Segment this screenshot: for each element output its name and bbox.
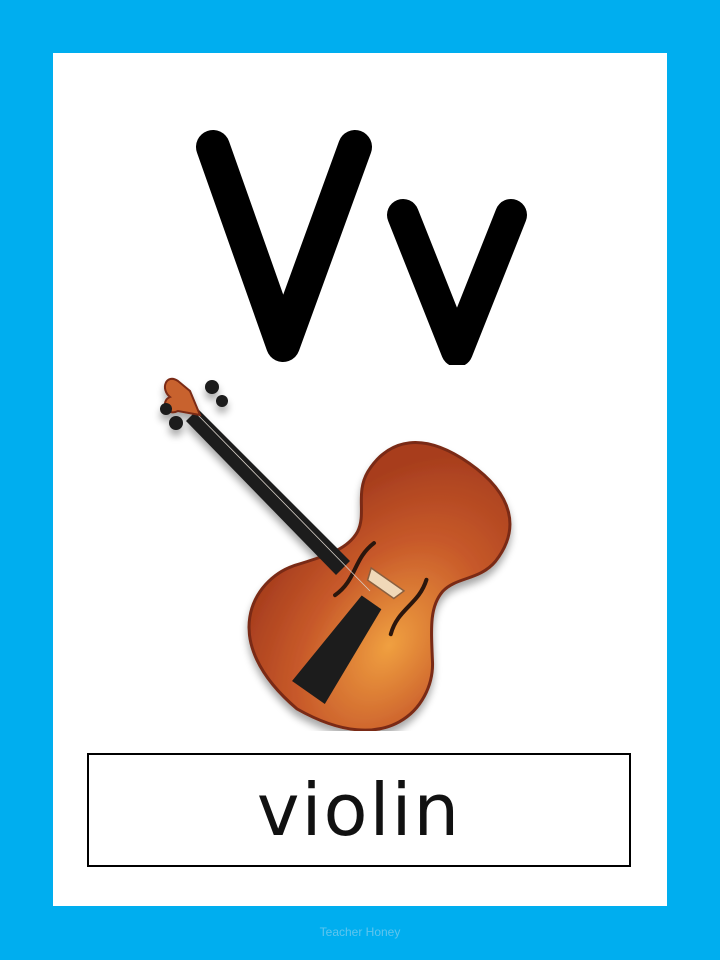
violin-picture: [138, 351, 558, 732]
violin-body: [247, 441, 512, 732]
letter-glyphs: Vv: [196, 130, 527, 365]
violin-icon: [160, 378, 512, 732]
violin-fingerboard: [186, 409, 350, 575]
letter-text-hidden: Vv: [357, 344, 361, 345]
violin-peg-2: [160, 403, 172, 415]
violin-peg-1: [169, 416, 183, 430]
word-box: violin: [87, 753, 631, 867]
word-label: violin: [256, 768, 462, 852]
violin-drawing: [160, 378, 512, 732]
letter-heading: Vv: [53, 95, 667, 365]
flashcard: Vv: [53, 53, 667, 906]
watermark: Teacher Honey: [319, 925, 401, 939]
lowercase-v-glyph: [387, 199, 527, 365]
uppercase-v-glyph: [196, 130, 372, 362]
violin-strings: [195, 412, 371, 592]
violin-peg-3: [205, 380, 219, 394]
violin-peg-4: [216, 395, 228, 407]
